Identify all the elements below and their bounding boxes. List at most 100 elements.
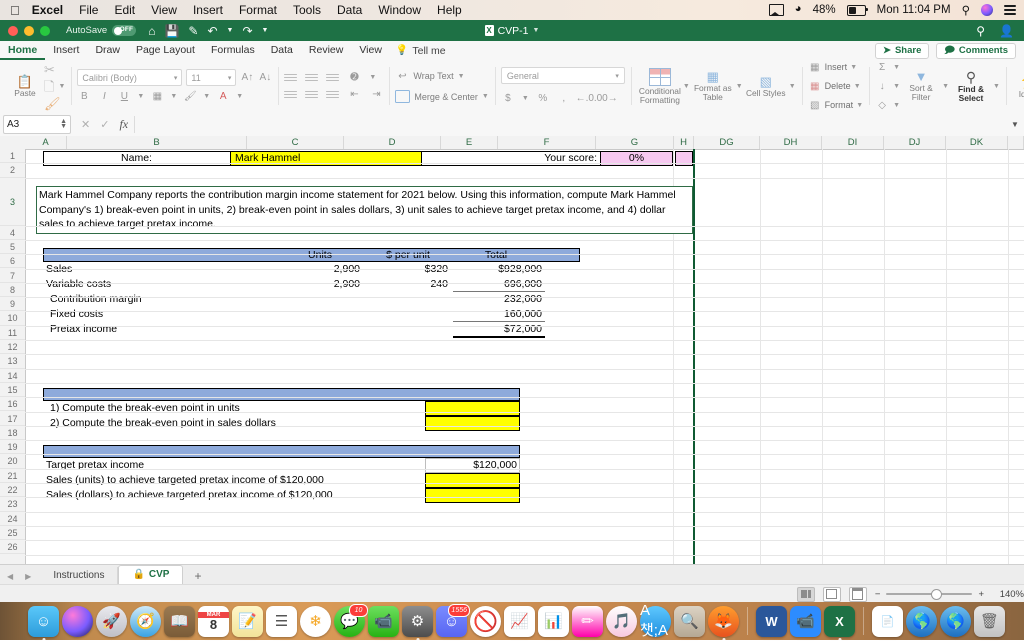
- row-header-4[interactable]: 4: [0, 226, 25, 240]
- underline-button[interactable]: U: [117, 89, 131, 103]
- notes-icon[interactable]: 📝: [232, 605, 263, 637]
- enter-icon[interactable]: ✓: [100, 118, 109, 131]
- tab-review[interactable]: Review: [301, 41, 351, 60]
- redo-icon[interactable]: ↷: [242, 24, 252, 38]
- percent-format-icon[interactable]: %: [536, 91, 550, 105]
- globe-icon[interactable]: 🌎: [940, 605, 971, 637]
- row-header-11[interactable]: 11: [0, 326, 25, 340]
- column-header-DH[interactable]: DH: [760, 136, 822, 149]
- discord-icon[interactable]: ☺ 1556: [436, 603, 470, 637]
- tab-page-layout[interactable]: Page Layout: [128, 41, 203, 60]
- delete-cells-button[interactable]: ▦ Delete ▼: [808, 79, 863, 93]
- tab-insert[interactable]: Insert: [45, 41, 87, 60]
- next-sheet-icon[interactable]: ▶: [25, 572, 31, 581]
- add-sheet-button[interactable]: +: [183, 567, 212, 585]
- search-icon[interactable]: ⚲: [976, 24, 985, 38]
- documents-stack-icon[interactable]: 📄: [872, 605, 903, 637]
- column-header-DJ[interactable]: DJ: [884, 136, 946, 149]
- column-header-D[interactable]: D: [344, 136, 441, 149]
- apple-logo-icon[interactable]: : [10, 4, 20, 17]
- orientation-icon[interactable]: ➋: [347, 71, 361, 85]
- window-controls[interactable]: [0, 25, 50, 36]
- title-caret-icon[interactable]: ▼: [533, 27, 540, 34]
- autosum-icon[interactable]: Σ: [875, 60, 889, 74]
- undo-icon[interactable]: ↶: [207, 24, 217, 38]
- control-center-icon[interactable]: [1004, 5, 1016, 15]
- column-header-extra[interactable]: [1008, 136, 1024, 149]
- increase-indent-icon[interactable]: ⇥: [369, 88, 383, 102]
- fill-color-icon[interactable]: 🖌: [183, 89, 197, 103]
- align-top-icon[interactable]: [284, 72, 298, 83]
- table-caret-icon[interactable]: ▼: [736, 83, 743, 90]
- keynote-icon[interactable]: 📊: [538, 605, 569, 637]
- row-header-24[interactable]: 24: [0, 512, 25, 526]
- autosave-toggle[interactable]: OFF: [112, 25, 137, 36]
- appstore-icon[interactable]: A챗;A: [640, 602, 671, 639]
- comments-button[interactable]: 🗩 Comments: [936, 42, 1016, 59]
- column-header-E[interactable]: E: [441, 136, 498, 149]
- siri-icon[interactable]: [62, 605, 93, 637]
- maximize-window-button[interactable]: [40, 25, 50, 36]
- font-color-icon[interactable]: A: [216, 89, 230, 103]
- undo-caret-icon[interactable]: ▼: [227, 27, 234, 34]
- borders-icon[interactable]: ▦: [150, 89, 164, 103]
- row-header-1[interactable]: 1: [0, 149, 25, 164]
- column-header-H[interactable]: H: [674, 136, 694, 149]
- wifi-icon[interactable]: ◕: [795, 4, 802, 16]
- align-right-icon[interactable]: [326, 89, 340, 100]
- cell-styles-button[interactable]: ▧ Cell Styles: [743, 75, 789, 98]
- fill-caret-icon[interactable]: ▼: [893, 83, 900, 90]
- menu-view[interactable]: View: [151, 3, 177, 17]
- tab-data[interactable]: Data: [263, 41, 301, 60]
- sort-filter-caret-icon[interactable]: ▼: [942, 83, 949, 90]
- font-name-select[interactable]: Calibri (Body) ▾: [77, 69, 183, 86]
- page-break-button[interactable]: [848, 586, 867, 602]
- column-header-DG[interactable]: DG: [694, 136, 760, 149]
- finder-icon[interactable]: ☺: [28, 605, 59, 641]
- tab-formulas[interactable]: Formulas: [203, 41, 263, 60]
- align-bottom-icon[interactable]: [326, 72, 340, 83]
- page-layout-button[interactable]: [822, 586, 841, 602]
- row-header-14[interactable]: 14: [0, 369, 25, 383]
- find-select-caret-icon[interactable]: ▼: [993, 83, 1000, 90]
- preview-icon[interactable]: 🔍: [674, 605, 705, 637]
- fill-down-icon[interactable]: ↓: [875, 79, 889, 93]
- system-preferences-icon[interactable]: ⚙: [402, 605, 433, 641]
- menu-file[interactable]: File: [79, 3, 98, 17]
- safari-icon[interactable]: 🧭: [130, 605, 161, 637]
- close-window-button[interactable]: [8, 25, 18, 36]
- launchpad-icon[interactable]: 🚀: [96, 605, 127, 637]
- cell-styles-caret-icon[interactable]: ▼: [789, 83, 796, 90]
- tab-draw[interactable]: Draw: [87, 41, 128, 60]
- menu-help[interactable]: Help: [437, 3, 462, 17]
- decrease-decimal-icon[interactable]: .00→: [594, 91, 618, 105]
- align-middle-icon[interactable]: [305, 72, 319, 83]
- borders-caret-icon[interactable]: ▼: [170, 93, 177, 100]
- tab-view[interactable]: View: [351, 41, 390, 60]
- orientation-caret-icon[interactable]: ▼: [369, 74, 376, 81]
- conditional-formatting-button[interactable]: Conditional Formatting: [637, 67, 683, 105]
- sheet-tab-cvp[interactable]: 🔒 CVP: [118, 565, 184, 585]
- row-header-21[interactable]: 21: [0, 469, 25, 483]
- clear-icon[interactable]: ◇: [875, 98, 889, 112]
- row-header-22[interactable]: 22: [0, 483, 25, 498]
- row-header-5[interactable]: 5: [0, 240, 25, 255]
- row-header-26[interactable]: 26: [0, 540, 25, 555]
- autosum-caret-icon[interactable]: ▼: [893, 64, 900, 71]
- pages-icon[interactable]: ✏: [572, 605, 603, 637]
- font-color-caret-icon[interactable]: ▼: [236, 93, 243, 100]
- row-header-13[interactable]: 13: [0, 354, 25, 369]
- tab-home[interactable]: Home: [0, 41, 45, 60]
- fill-caret-icon[interactable]: ▼: [203, 93, 210, 100]
- word-icon[interactable]: W: [756, 605, 787, 637]
- row-header-18[interactable]: 18: [0, 426, 25, 441]
- column-header-B[interactable]: B: [67, 136, 247, 149]
- row-header-25[interactable]: 25: [0, 526, 25, 541]
- menu-data[interactable]: Data: [337, 3, 362, 17]
- paste-button[interactable]: 📋 Paste: [6, 75, 44, 98]
- zoom-in-button[interactable]: +: [978, 589, 984, 600]
- find-select-button[interactable]: ⚲ Find & Select: [949, 70, 993, 103]
- account-icon[interactable]: 👤: [999, 24, 1014, 38]
- menu-window[interactable]: Window: [378, 3, 421, 17]
- italic-button[interactable]: I: [97, 89, 111, 103]
